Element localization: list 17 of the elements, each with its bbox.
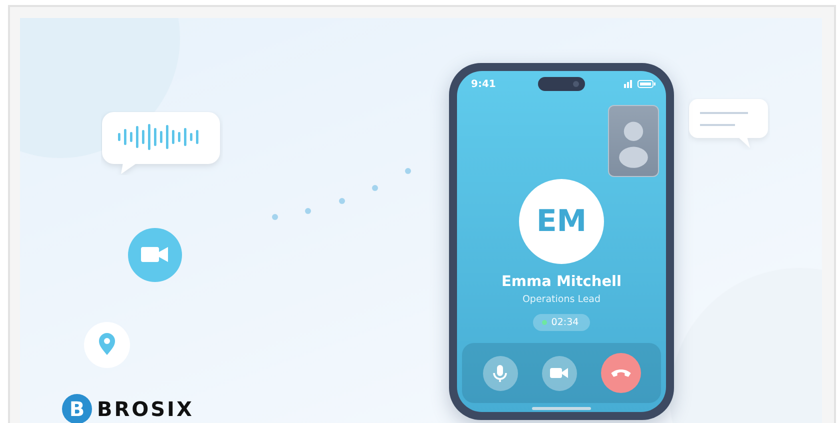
caller-role: Operations Lead: [522, 294, 601, 305]
home-indicator: [532, 407, 591, 410]
microphone-button[interactable]: [482, 356, 518, 390]
location-circle: [83, 321, 131, 369]
timer-text: 02:34: [551, 317, 579, 328]
video-button[interactable]: [542, 356, 576, 390]
camera-notch: [538, 77, 585, 91]
caller-name: Emma Mitchell: [502, 274, 622, 290]
phone-icon: [610, 369, 630, 377]
avatar-initials: EM: [519, 179, 604, 264]
microphone-icon: [490, 363, 510, 383]
video-call-circle: [127, 227, 183, 283]
end-call-button[interactable]: [600, 353, 640, 393]
logo-mark: B: [62, 394, 92, 423]
status-icons: [624, 80, 656, 88]
status-time: 9:41: [471, 78, 496, 90]
logo-wordmark: BROSIX: [97, 397, 194, 421]
